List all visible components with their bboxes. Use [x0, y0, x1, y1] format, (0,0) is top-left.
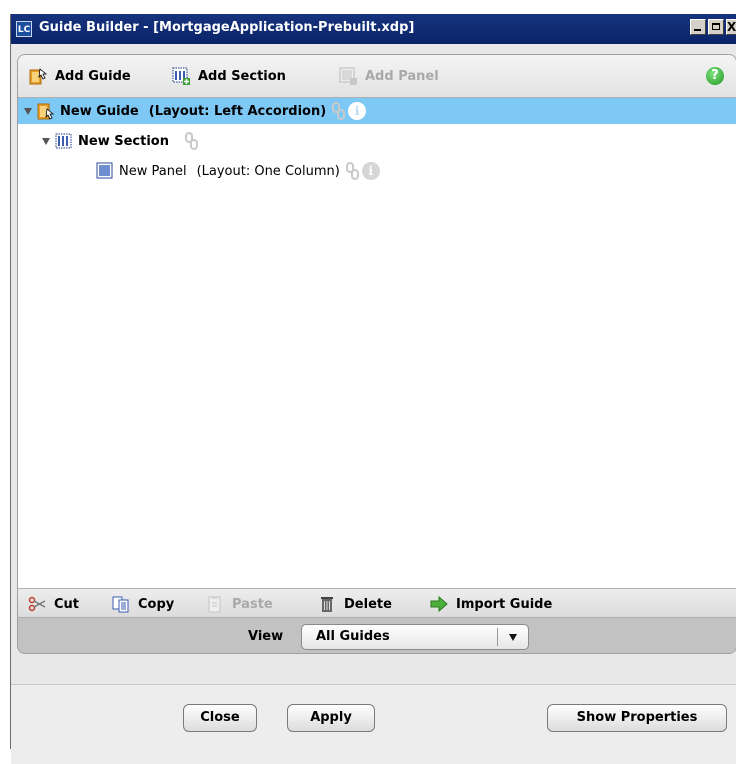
tree-row-section[interactable]: New Section	[42, 128, 199, 154]
help-icon[interactable]: ?	[706, 67, 724, 85]
add-guide-button[interactable]: Add Guide	[28, 66, 131, 86]
add-panel-icon	[339, 67, 357, 85]
close-window-button[interactable]: X	[726, 19, 736, 35]
panel-icon	[96, 162, 113, 179]
trash-icon	[321, 597, 333, 612]
link-icon[interactable]	[184, 132, 199, 150]
maximize-button[interactable]	[708, 19, 724, 35]
close-button[interactable]: Close	[183, 704, 257, 732]
link-icon[interactable]	[345, 162, 360, 180]
scissors-icon	[28, 596, 46, 612]
view-dropdown[interactable]: All Guides	[301, 624, 529, 650]
section-name: New Section	[78, 133, 169, 149]
add-panel-button[interactable]: Add Panel	[338, 66, 439, 86]
title-bar[interactable]: LC Guide Builder - [MortgageApplication-…	[11, 14, 736, 44]
import-guide-button[interactable]: Import Guide	[430, 594, 552, 614]
cut-label: Cut	[54, 596, 80, 612]
app-icon: LC	[16, 21, 32, 37]
guide-layout: (Layout: Left Accordion)	[148, 103, 327, 119]
copy-button[interactable]: Copy	[112, 594, 174, 614]
paste-button[interactable]: Paste	[206, 594, 273, 614]
copy-icon	[112, 596, 129, 613]
info-icon[interactable]: i	[348, 102, 367, 120]
guide-tree: New Guide (Layout: Left Accordion) i New	[18, 98, 736, 588]
paste-icon	[208, 596, 221, 613]
add-section-button[interactable]: Add Section	[171, 66, 286, 86]
add-section-icon	[172, 67, 190, 85]
add-guide-icon	[29, 68, 48, 85]
window-title: Guide Builder - [MortgageApplication-Pre…	[39, 20, 415, 35]
add-guide-label: Add Guide	[55, 68, 131, 84]
guide-name: New Guide	[60, 103, 139, 119]
edit-actions-bar: Cut Copy Paste Delete Import Guide	[18, 588, 736, 618]
guide-icon	[37, 103, 55, 120]
guide-tree-panel: Add Guide Add Section Add Panel ? New Gu…	[17, 54, 736, 654]
view-dropdown-value: All Guides	[316, 629, 390, 644]
dropdown-divider	[497, 628, 498, 646]
expand-arrow-icon[interactable]	[24, 107, 32, 115]
delete-button[interactable]: Delete	[318, 594, 392, 614]
show-properties-button[interactable]: Show Properties	[547, 704, 727, 732]
import-arrow-icon	[430, 595, 448, 613]
tree-row-guide[interactable]: New Guide (Layout: Left Accordion) i	[18, 98, 736, 124]
delete-label: Delete	[344, 596, 392, 612]
tree-row-panel[interactable]: New Panel (Layout: One Column) i	[96, 158, 380, 184]
expand-arrow-icon[interactable]	[42, 137, 50, 145]
chevron-down-icon	[509, 634, 517, 641]
guide-builder-window: LC Guide Builder - [MortgageApplication-…	[10, 14, 736, 764]
view-label: View	[248, 629, 284, 644]
import-guide-label: Import Guide	[456, 596, 553, 612]
toolbar: Add Guide Add Section Add Panel ?	[18, 55, 736, 98]
info-icon[interactable]: i	[361, 162, 380, 180]
copy-label: Copy	[138, 596, 175, 612]
view-filter-row: View All Guides	[18, 618, 736, 653]
minimize-button[interactable]	[690, 19, 706, 35]
add-panel-label: Add Panel	[365, 68, 439, 84]
add-section-label: Add Section	[198, 68, 286, 84]
link-icon[interactable]	[332, 102, 346, 120]
panel-name: New Panel	[119, 163, 187, 179]
apply-button[interactable]: Apply	[287, 704, 375, 732]
paste-label: Paste	[232, 596, 273, 612]
panel-layout: (Layout: One Column)	[196, 163, 340, 179]
cut-button[interactable]: Cut	[28, 594, 79, 614]
section-icon	[55, 133, 72, 149]
